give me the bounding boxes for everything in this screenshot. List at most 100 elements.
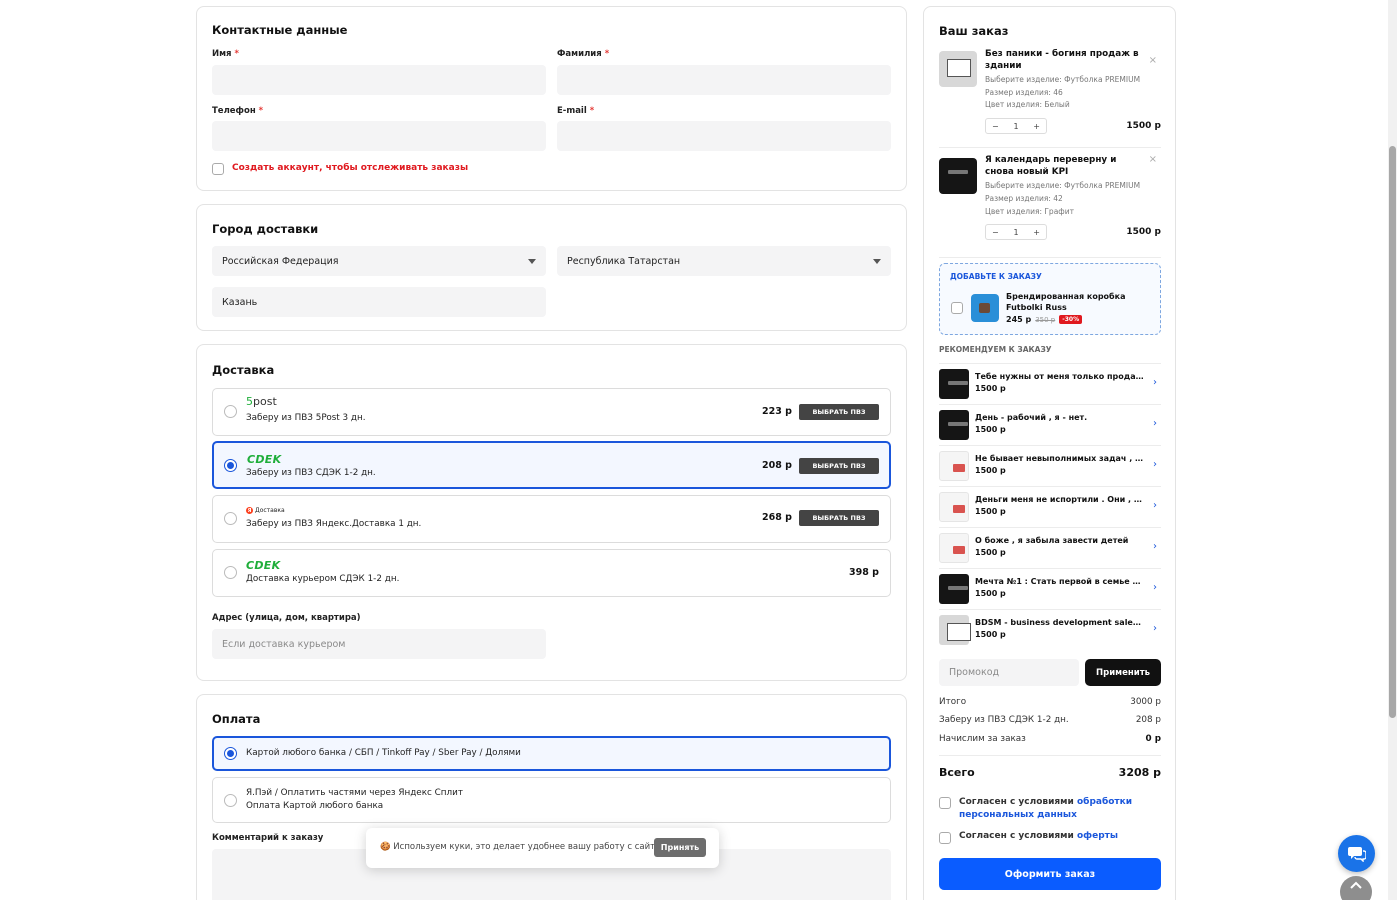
- delivery-option-5post[interactable]: 5post Заберу из ПВЗ 5Post 3 дн. 223 р ВЫ…: [212, 388, 891, 436]
- delivery-radio[interactable]: [224, 566, 237, 579]
- payment-option-sublabel: Оплата Картой любого банка: [246, 801, 384, 811]
- recommendation-name: Тебе нужны от меня только продажи: [975, 372, 1145, 381]
- last-name-label: Фамилия *: [557, 49, 610, 59]
- cdek-logo-icon: CDEK: [247, 453, 282, 466]
- delivery-option-price: 223 р: [762, 406, 792, 417]
- offer-link[interactable]: оферты: [1077, 831, 1118, 841]
- recommendation-item[interactable]: BDSM - business development sales … 1500…: [939, 609, 1161, 649]
- recommendation-item[interactable]: День - рабочий , я - нет. 1500 р ›: [939, 404, 1161, 444]
- cart-item-name[interactable]: Я календарь переверну и снова новый KPI: [985, 154, 1145, 178]
- chevron-down-icon: [528, 259, 536, 264]
- chevron-right-icon[interactable]: ›: [1153, 377, 1157, 388]
- agree-offer-label[interactable]: Согласен с условиями оферты: [959, 831, 1118, 841]
- close-icon[interactable]: ×: [1149, 154, 1157, 165]
- minus-icon[interactable]: −: [992, 122, 999, 131]
- bonus-row: Начислим за заказ 0 р: [939, 734, 1161, 744]
- agree-offer-checkbox[interactable]: [939, 832, 951, 844]
- payment-radio-selected[interactable]: [224, 747, 237, 760]
- delivery-option-yandex[interactable]: Я Доставка Заберу из ПВЗ Яндекс.Доставка …: [212, 495, 891, 543]
- agree-pd-label[interactable]: Согласен с условиями обработки персональ…: [959, 796, 1159, 822]
- phone-input[interactable]: [212, 121, 546, 151]
- agree-pd-checkbox[interactable]: [939, 797, 951, 809]
- cookie-icon: 🍪: [380, 842, 391, 852]
- recommendation-name: Не бывает невыполнимых задач , …: [975, 454, 1144, 463]
- scroll-to-top-button[interactable]: [1340, 876, 1372, 900]
- chevron-right-icon[interactable]: ›: [1153, 418, 1157, 429]
- cart-item-name[interactable]: Без паники - богиня продаж в здании: [985, 48, 1145, 72]
- addon-price-row: 245 р 350 р -30%: [1006, 315, 1083, 324]
- create-account-label[interactable]: Создать аккаунт, чтобы отслеживать заказ…: [232, 163, 468, 173]
- quantity-value[interactable]: 1: [1013, 122, 1018, 131]
- city-card: Город доставки Российская Федерация Респ…: [196, 204, 907, 331]
- close-icon[interactable]: ×: [1149, 55, 1157, 66]
- choose-pvz-button[interactable]: ВЫБРАТЬ ПВЗ: [799, 458, 879, 474]
- product-thumbnail[interactable]: [939, 158, 977, 194]
- first-name-input[interactable]: [212, 65, 546, 95]
- choose-pvz-button[interactable]: ВЫБРАТЬ ПВЗ: [799, 510, 879, 526]
- shipping-row: Заберу из ПВЗ СДЭК 1-2 дн. 208 р: [939, 715, 1161, 725]
- chevron-right-icon[interactable]: ›: [1153, 500, 1157, 511]
- delivery-option-cdek-pvz[interactable]: CDEK Заберу из ПВЗ СДЭК 1-2 дн. 208 р ВЫ…: [212, 441, 891, 489]
- submit-order-button[interactable]: Оформить заказ: [939, 858, 1161, 890]
- product-thumbnail[interactable]: [939, 51, 977, 87]
- product-thumbnail: [939, 533, 969, 563]
- create-account-checkbox[interactable]: [212, 163, 224, 175]
- city-input[interactable]: Казань: [212, 287, 546, 317]
- contacts-card: Контактные данные Имя * Фамилия * Телефо…: [196, 6, 907, 191]
- email-input[interactable]: [557, 121, 891, 151]
- delivery-radio[interactable]: [224, 405, 237, 418]
- choose-pvz-button[interactable]: ВЫБРАТЬ ПВЗ: [799, 404, 879, 420]
- payment-option-yapay[interactable]: Я.Пэй / Оплатить частями через Яндекс Сп…: [212, 777, 891, 823]
- phone-label: Телефон *: [212, 106, 264, 116]
- plus-icon[interactable]: +: [1033, 122, 1040, 131]
- payment-radio[interactable]: [224, 794, 237, 807]
- first-name-label: Имя *: [212, 49, 239, 59]
- chat-button[interactable]: [1338, 835, 1375, 872]
- plus-icon[interactable]: +: [1033, 228, 1040, 237]
- recommendation-price: 1500 р: [975, 466, 1006, 475]
- delivery-option-desc: Заберу из ПВЗ 5Post 3 дн.: [246, 413, 366, 423]
- region-select[interactable]: Республика Татарстан: [557, 246, 891, 276]
- payment-option-card[interactable]: Картой любого банка / СБП / Tinkoff Pay …: [212, 736, 891, 771]
- delivery-option-cdek-courier[interactable]: CDEK Доставка курьером СДЭК 1-2 дн. 398 …: [212, 549, 891, 597]
- chevron-right-icon[interactable]: ›: [1153, 541, 1157, 552]
- chevron-right-icon[interactable]: ›: [1153, 582, 1157, 593]
- recommendation-name: День - рабочий , я - нет.: [975, 413, 1088, 422]
- recommendation-price: 1500 р: [975, 589, 1006, 598]
- quantity-value[interactable]: 1: [1013, 228, 1018, 237]
- addon-checkbox[interactable]: [951, 302, 963, 314]
- addon-box: ДОБАВЬТЕ К ЗАКАЗУ Брендированная коробка…: [939, 263, 1161, 335]
- chevron-right-icon[interactable]: ›: [1153, 459, 1157, 470]
- recommendation-name: Мечта №1 : Стать первой в семье м…: [975, 577, 1145, 586]
- delivery-option-price: 398 р: [849, 567, 879, 578]
- product-thumbnail: [939, 410, 969, 440]
- recommendation-item[interactable]: Мечта №1 : Стать первой в семье м… 1500 …: [939, 568, 1161, 608]
- recommendation-item[interactable]: О боже , я забыла завести детей 1500 р ›: [939, 527, 1161, 567]
- delivery-radio-selected[interactable]: [224, 459, 237, 472]
- quantity-stepper[interactable]: − 1 +: [985, 118, 1047, 134]
- apply-promo-button[interactable]: Применить: [1085, 659, 1161, 686]
- delivery-radio[interactable]: [224, 512, 237, 525]
- accept-cookies-button[interactable]: Принять: [654, 838, 706, 857]
- scrollbar-thumb[interactable]: [1389, 146, 1396, 718]
- quantity-stepper[interactable]: − 1 +: [985, 224, 1047, 240]
- chevron-right-icon[interactable]: ›: [1153, 623, 1157, 634]
- cookie-banner: 🍪 Используем куки, это делает удобнее ва…: [366, 828, 719, 868]
- recommendations-list: Тебе нужны от меня только продажи 1500 р…: [939, 363, 1161, 653]
- recommendation-item[interactable]: Деньги меня не испортили . Они , с… 1500…: [939, 486, 1161, 526]
- promo-code-input[interactable]: Промокод: [939, 659, 1079, 686]
- delivery-card: Доставка 5post Заберу из ПВЗ 5Post 3 дн.…: [196, 344, 907, 681]
- cart-item-size: Размер изделия: 46: [985, 88, 1063, 97]
- recommendation-item[interactable]: Тебе нужны от меня только продажи 1500 р…: [939, 363, 1161, 403]
- cart-item-price: 1500 р: [1126, 227, 1161, 237]
- recommendation-name: Деньги меня не испортили . Они , с…: [975, 495, 1145, 504]
- recommendation-item[interactable]: Не бывает невыполнимых задач , … 1500 р …: [939, 445, 1161, 485]
- country-select[interactable]: Российская Федерация: [212, 246, 546, 276]
- chat-bubbles-icon: [1347, 846, 1366, 862]
- addon-price: 245 р: [1006, 315, 1032, 324]
- last-name-input[interactable]: [557, 65, 891, 95]
- delivery-option-desc: Заберу из ПВЗ СДЭК 1-2 дн.: [246, 468, 376, 478]
- minus-icon[interactable]: −: [992, 228, 999, 237]
- divider: [939, 147, 1161, 148]
- address-input[interactable]: Если доставка курьером: [212, 629, 546, 659]
